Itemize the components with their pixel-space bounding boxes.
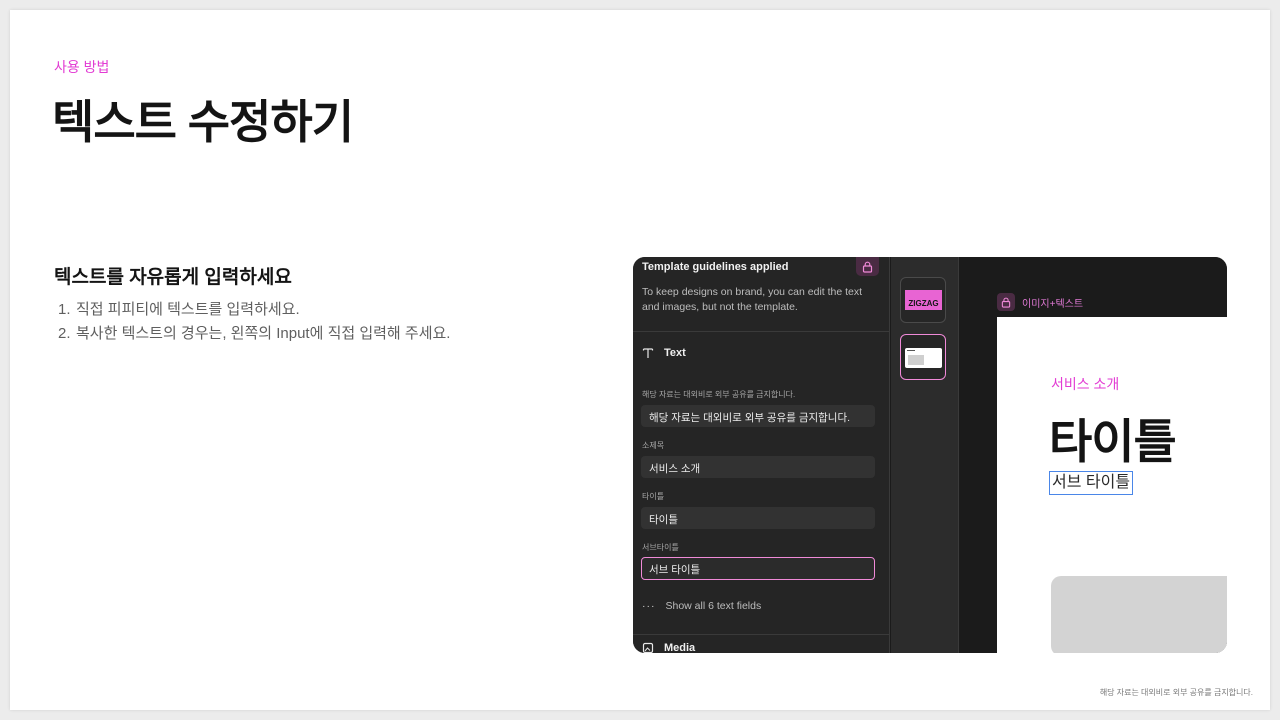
- step-number: 2.: [58, 325, 71, 342]
- more-icon: ···: [642, 600, 656, 612]
- field-small-title[interactable]: 서비스 소개: [641, 456, 875, 478]
- banner-title: Template guidelines applied: [642, 261, 789, 273]
- thumbnail-page-2[interactable]: [900, 334, 946, 380]
- text-section-header[interactable]: Text: [642, 347, 686, 359]
- footer-disclaimer: 해당 자료는 대외비로 외부 공유를 금지합니다.: [1099, 688, 1253, 697]
- artboard-title[interactable]: 타이틀: [1049, 403, 1177, 472]
- slide: 사용 방법 텍스트 수정하기 텍스트를 자유롭게 입력하세요 1. 직접 피피티에…: [10, 10, 1270, 710]
- step-text: 복사한 텍스트의 경우는, 왼쪽의 Input에 직접 입력해 주세요.: [76, 325, 451, 342]
- step-number: 1.: [58, 301, 71, 318]
- guidelines-banner: Template guidelines applied To keep desi…: [633, 257, 889, 332]
- divider: [633, 634, 890, 635]
- field-disclaimer[interactable]: 해당 자료는 대외비로 외부 공유를 금지합니다.: [641, 405, 875, 427]
- field-subtitle[interactable]: 서브 타이틀: [641, 557, 875, 580]
- instruction-step: 1. 직접 피피티에 텍스트를 입력하세요.: [58, 298, 450, 322]
- lock-button[interactable]: [856, 257, 879, 276]
- media-section-header[interactable]: Media: [642, 642, 695, 653]
- page-thumbnails: ZIGZAG: [891, 257, 959, 653]
- banner-description: To keep designs on brand, you can edit t…: [642, 286, 863, 313]
- text-section-label: Text: [664, 347, 686, 359]
- artboard-subtitle-selected[interactable]: 서브 타이틀: [1049, 471, 1134, 495]
- show-all-label: Show all 6 text fields: [665, 600, 762, 612]
- artboard[interactable]: 서비스 소개 타이틀 서브 타이틀: [997, 317, 1227, 653]
- show-all-fields-button[interactable]: ··· Show all 6 text fields: [642, 600, 761, 612]
- step-text: 직접 피피티에 텍스트를 입력하세요.: [76, 301, 300, 318]
- slide-eyebrow: 사용 방법: [54, 59, 110, 75]
- artboard-eyebrow[interactable]: 서비스 소개: [1051, 374, 1119, 394]
- editor-screenshot: Template guidelines applied To keep desi…: [633, 257, 1227, 653]
- canvas-area: 이미지+텍스트 서비스 소개 타이틀 서브 타이틀: [960, 257, 1227, 653]
- lock-icon: [997, 293, 1015, 311]
- thumbnail-logo: ZIGZAG: [905, 290, 942, 310]
- artboard-image-placeholder[interactable]: [1051, 576, 1227, 653]
- field-title[interactable]: 타이틀: [641, 507, 875, 529]
- field-label-title: 타이틀: [642, 492, 665, 501]
- field-label-subtitle: 서브타이틀: [642, 543, 679, 552]
- field-label-subtitle-small: 소제목: [642, 441, 665, 450]
- image-icon: [642, 642, 655, 653]
- media-section-label: Media: [664, 642, 696, 653]
- frame-tag[interactable]: 이미지+텍스트: [997, 293, 1083, 311]
- thumbnail-page-1[interactable]: ZIGZAG: [900, 277, 946, 323]
- slide-headline: 텍스트 수정하기: [52, 96, 354, 148]
- field-label-disclaimer: 해당 자료는 대외비로 외부 공유를 금지합니다.: [642, 390, 796, 399]
- thumbnail-preview: [905, 348, 942, 368]
- text-icon: [642, 347, 655, 359]
- instruction-step: 2. 복사한 텍스트의 경우는, 왼쪽의 Input에 직접 입력해 주세요.: [58, 322, 450, 346]
- instruction-list: 1. 직접 피피티에 텍스트를 입력하세요. 2. 복사한 텍스트의 경우는, 왼쪽…: [58, 298, 450, 346]
- frame-tag-label: 이미지+텍스트: [1022, 298, 1084, 310]
- slide-sub-heading: 텍스트를 자유롭게 입력하세요: [54, 267, 292, 288]
- lock-icon: [862, 261, 873, 273]
- template-panel: Template guidelines applied To keep desi…: [633, 257, 890, 653]
